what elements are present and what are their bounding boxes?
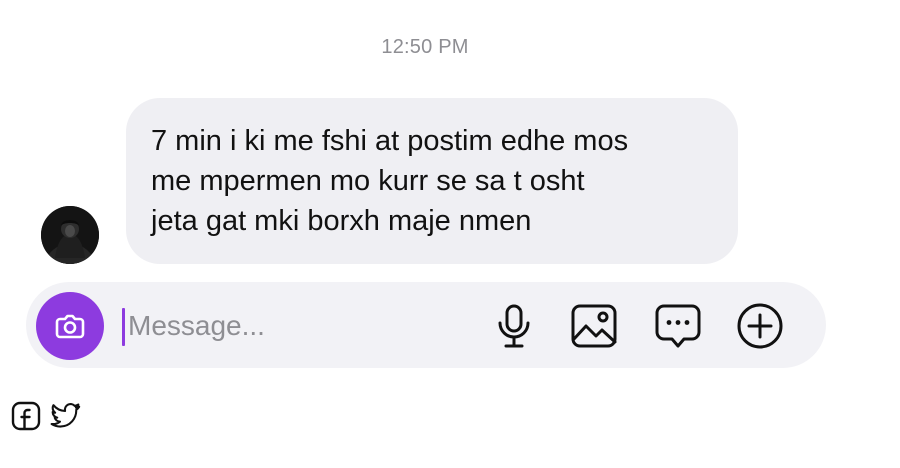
message-timestamp: 12:50 PM — [381, 36, 469, 58]
facebook-share[interactable] — [10, 400, 42, 432]
facebook-icon — [11, 401, 41, 431]
plus-circle-icon — [737, 303, 783, 349]
camera-icon — [55, 314, 85, 339]
more-button[interactable] — [734, 300, 786, 352]
message-bubble[interactable]: 7 min i ki me fshi at postim edhe mos me… — [126, 98, 738, 264]
twitter-share[interactable] — [50, 400, 82, 432]
avatar[interactable] — [41, 206, 99, 264]
message-input[interactable] — [126, 304, 458, 348]
sticker-button[interactable] — [652, 300, 704, 352]
message-text: 7 min i ki me fshi at postim edhe mos me… — [151, 125, 629, 237]
twitter-icon — [50, 403, 81, 428]
image-icon — [571, 304, 617, 348]
avatar-image — [41, 206, 99, 264]
share-links — [10, 400, 82, 432]
text-caret — [122, 308, 125, 346]
microphone-icon — [498, 304, 530, 348]
message-composer — [26, 282, 826, 368]
microphone-button[interactable] — [488, 300, 540, 352]
camera-button[interactable] — [36, 292, 104, 360]
gallery-button[interactable] — [568, 300, 620, 352]
chat-screen: 12:50 PM 7 min i ki me fshi at postim ed… — [0, 0, 900, 468]
chat-bubble-icon — [655, 304, 701, 348]
